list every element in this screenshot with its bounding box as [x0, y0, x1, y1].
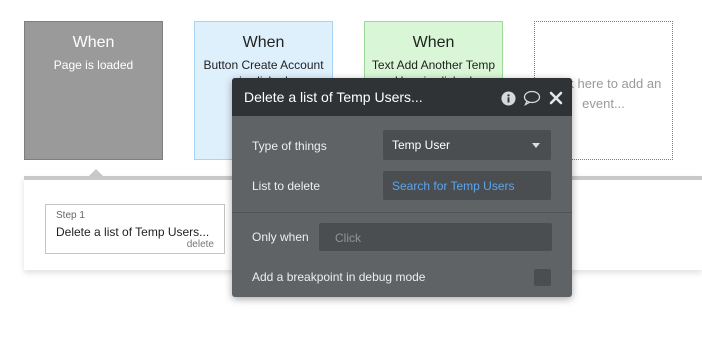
dialog-header-icons: [499, 89, 565, 107]
info-icon[interactable]: [499, 89, 517, 107]
dialog-title: Delete a list of Temp Users...: [244, 89, 423, 105]
step-delete-link[interactable]: delete: [187, 239, 214, 250]
step-title: Delete a list of Temp Users...: [56, 225, 210, 239]
type-of-things-value: Temp User: [392, 138, 451, 152]
workflow-editor-canvas: When Page is loaded When Button Create A…: [0, 0, 702, 349]
only-when-placeholder: Click: [335, 231, 361, 245]
event-description: Page is loaded: [53, 58, 134, 72]
list-to-delete-input[interactable]: Search for Temp Users: [383, 171, 551, 200]
list-to-delete-label: List to delete: [252, 179, 321, 193]
event-when-label: When: [72, 34, 115, 51]
action-property-editor: Delete a list of Temp Users... Type of t…: [232, 78, 572, 297]
dialog-header: Delete a list of Temp Users...: [232, 78, 572, 116]
list-to-delete-placeholder: Search for Temp Users: [392, 179, 515, 193]
step-number: Step 1: [56, 210, 85, 221]
comment-icon[interactable]: [523, 89, 541, 107]
only-when-input[interactable]: Click: [319, 223, 552, 251]
type-of-things-dropdown[interactable]: Temp User: [383, 130, 551, 160]
event-card-page-loaded[interactable]: When Page is loaded: [24, 21, 163, 160]
workflow-step-card[interactable]: Step 1 Delete a list of Temp Users... de…: [45, 204, 225, 254]
event-when-label: When: [412, 34, 455, 51]
dialog-divider: [232, 212, 572, 213]
close-icon[interactable]: [547, 89, 565, 107]
breakpoint-label: Add a breakpoint in debug mode: [252, 270, 426, 284]
event-when-label: When: [242, 34, 285, 51]
type-of-things-label: Type of things: [252, 139, 327, 153]
breakpoint-checkbox[interactable]: [534, 269, 551, 286]
only-when-label: Only when: [252, 230, 309, 244]
dropdown-arrow-icon: [532, 143, 540, 148]
